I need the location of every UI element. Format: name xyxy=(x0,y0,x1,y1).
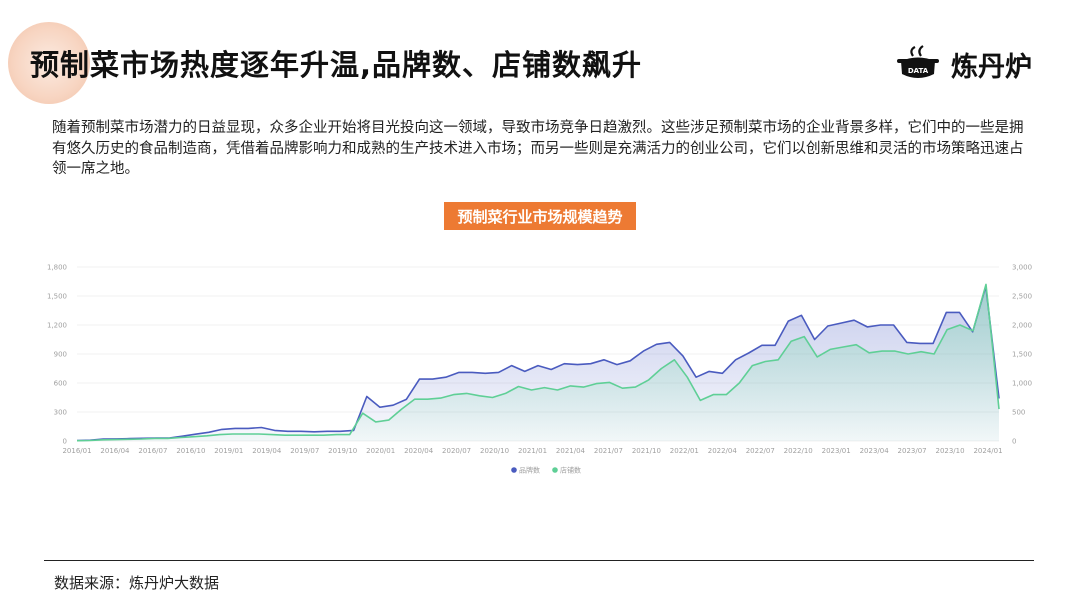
y-left-tick-label: 600 xyxy=(54,380,67,388)
data-source: 数据来源：炼丹炉大数据 xyxy=(54,574,220,592)
x-tick-label: 2016/07 xyxy=(138,447,167,455)
legend-label: 店铺数 xyxy=(560,466,581,475)
y-right-tick-label: 2,500 xyxy=(1012,293,1032,301)
description-text: 随着预制菜市场潜力的日益显现，众多企业开始将目光投向这一领域，导致市场竞争日趋激… xyxy=(52,120,1024,177)
y-right-tick-label: 3,000 xyxy=(1012,264,1032,272)
y-right-tick-label: 0 xyxy=(1012,438,1016,446)
x-tick-label: 2016/04 xyxy=(100,447,130,455)
y-left-tick-label: 900 xyxy=(54,351,67,359)
x-tick-label: 2022/01 xyxy=(670,447,699,455)
footer-divider xyxy=(44,560,1034,561)
x-tick-label: 2020/01 xyxy=(366,447,395,455)
x-tick-label: 2022/04 xyxy=(708,447,738,455)
x-tick-label: 2024/01 xyxy=(973,447,1002,455)
x-tick-label: 2019/04 xyxy=(252,447,282,455)
y-right-tick-label: 1,000 xyxy=(1012,380,1032,388)
legend-marker xyxy=(552,467,558,473)
x-tick-label: 2020/07 xyxy=(442,447,471,455)
x-tick-label: 2021/01 xyxy=(518,447,547,455)
y-right-tick-label: 500 xyxy=(1012,409,1025,417)
brand-logo-text: DATA xyxy=(908,67,929,75)
y-left-tick-label: 1,800 xyxy=(47,264,67,272)
x-tick-label: 2023/07 xyxy=(898,447,927,455)
y-right-tick-label: 1,500 xyxy=(1012,351,1032,359)
legend-label: 品牌数 xyxy=(519,466,540,475)
legend-marker xyxy=(511,467,517,473)
x-tick-label: 2023/10 xyxy=(935,447,964,455)
pot-logo-icon: DATA xyxy=(897,45,939,78)
x-tick-label: 2021/10 xyxy=(632,447,661,455)
x-tick-label: 2023/04 xyxy=(860,447,890,455)
x-tick-label: 2021/04 xyxy=(556,447,586,455)
brand-name: 炼丹炉 xyxy=(951,51,1032,83)
x-tick-label: 2020/10 xyxy=(480,447,509,455)
y-left-tick-label: 1,500 xyxy=(47,293,67,301)
brand-logo-group: DATA 炼丹炉 xyxy=(891,44,1032,84)
page-title: 预制菜市场热度逐年升温,品牌数、店铺数飙升 xyxy=(30,48,643,82)
x-tick-label: 2022/10 xyxy=(784,447,813,455)
y-left-tick-label: 1,200 xyxy=(47,322,67,330)
x-tick-label: 2019/01 xyxy=(214,447,243,455)
x-tick-label: 2023/01 xyxy=(822,447,851,455)
y-right-tick-label: 2,000 xyxy=(1012,322,1032,330)
market-trend-chart: 0 300 600 900 1,200 1,500 1,800 0 500 1,000 1,500 2… xyxy=(47,264,1032,475)
x-tick-label: 2020/04 xyxy=(404,447,434,455)
x-tick-label: 2016/10 xyxy=(176,447,205,455)
y-left-tick-label: 300 xyxy=(54,409,67,417)
chart-title-badge: 预制菜行业市场规模趋势 xyxy=(444,202,636,230)
x-tick-label: 2016/01 xyxy=(62,447,91,455)
y-left-tick-label: 0 xyxy=(63,438,67,446)
x-tick-label: 2019/07 xyxy=(290,447,319,455)
series-area-stores xyxy=(77,284,999,441)
x-tick-label: 2022/07 xyxy=(746,447,775,455)
x-tick-label: 2021/07 xyxy=(594,447,623,455)
x-tick-label: 2019/10 xyxy=(328,447,357,455)
